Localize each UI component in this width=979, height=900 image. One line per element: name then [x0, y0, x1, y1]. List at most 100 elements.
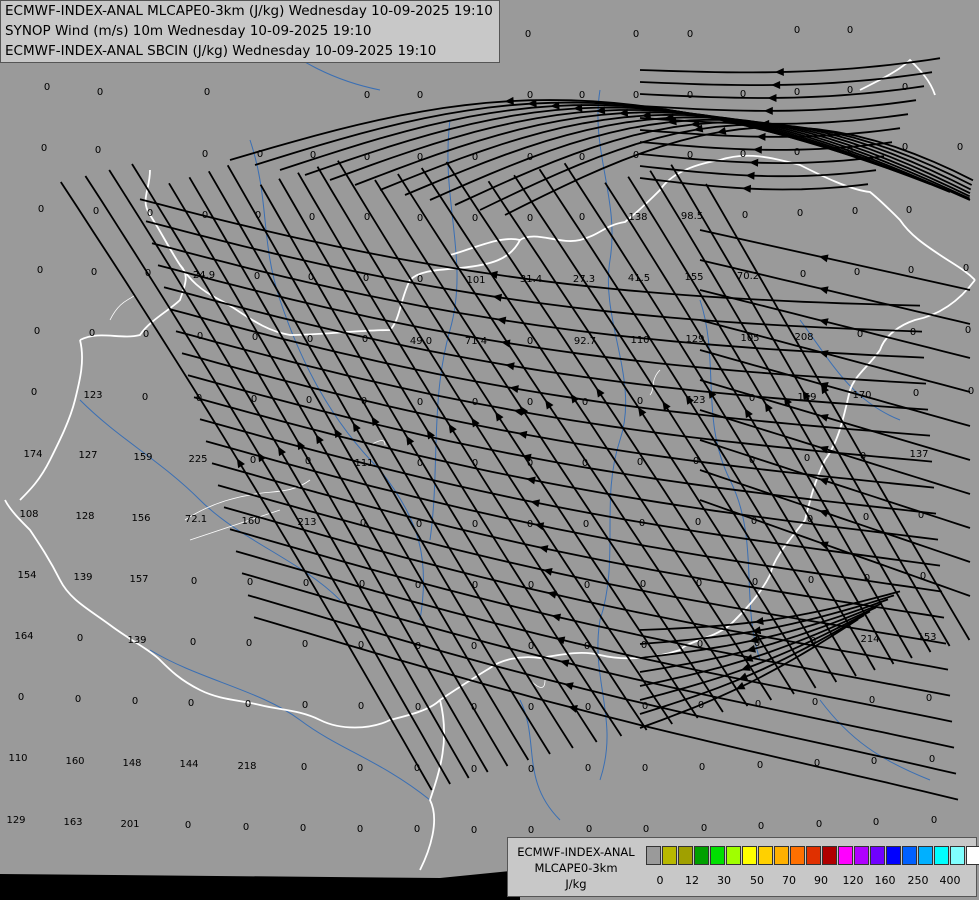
legend-swatch — [678, 846, 693, 865]
legend-swatch — [646, 846, 661, 865]
cape-value-label: 137 — [909, 449, 928, 460]
legend-swatch — [950, 846, 965, 865]
cape-value-label: 0 — [527, 152, 533, 163]
cape-value-label: 0 — [579, 152, 585, 163]
color-legend: ECMWF-INDEX-ANAL MLCAPE0-3km J/kg 0 12 30 5… — [507, 837, 979, 897]
cape-value-label: 0 — [926, 693, 932, 704]
cape-value-label: 174 — [23, 449, 42, 460]
cape-value-label: 41.5 — [628, 273, 650, 284]
cape-value-label: 0 — [847, 145, 853, 156]
cape-value-label: 0 — [697, 639, 703, 650]
cape-value-label: 155 — [684, 272, 703, 283]
cape-value-label: 0 — [202, 210, 208, 221]
cape-value-label: 0 — [202, 149, 208, 160]
cape-value-label: 208 — [794, 332, 813, 343]
cape-value-label: 0 — [847, 25, 853, 36]
cape-value-label: 98.5 — [681, 211, 703, 222]
cape-value-label: 0 — [701, 823, 707, 834]
title-mlcape: ECMWF-INDEX-ANAL MLCAPE0-3km (J/kg) Wedn… — [5, 3, 493, 19]
title-sbcin: ECMWF-INDEX-ANAL SBCIN (J/kg) Wednesday … — [5, 43, 437, 59]
cape-value-label: 0 — [696, 578, 702, 589]
cape-value-label: 27.3 — [573, 274, 595, 285]
cape-value-label: 0 — [363, 273, 369, 284]
cape-value-label: 0 — [34, 326, 40, 337]
cape-value-label: 0 — [77, 633, 83, 644]
cape-value-label: 0 — [358, 701, 364, 712]
cape-value-label: 71.4 — [465, 336, 487, 347]
cape-value-label: 0 — [582, 397, 588, 408]
cape-value-label: 0 — [643, 824, 649, 835]
cape-value-label: 0 — [527, 397, 533, 408]
legend-swatch — [918, 846, 933, 865]
cape-value-label: 0 — [185, 820, 191, 831]
cape-value-label: 0 — [583, 519, 589, 530]
cape-value-label: 213 — [297, 517, 316, 528]
cape-value-label: 0 — [360, 518, 366, 529]
cape-value-label: 0 — [812, 697, 818, 708]
cape-value-label: 0 — [758, 821, 764, 832]
cape-value-label: 0 — [804, 453, 810, 464]
cape-value-label: 0 — [641, 640, 647, 651]
cape-value-label: 0 — [528, 825, 534, 836]
cape-value-label: 0 — [957, 142, 963, 153]
cape-value-label: 0 — [132, 696, 138, 707]
cape-value-label: 0 — [358, 640, 364, 651]
cape-value-label: 0 — [860, 451, 866, 462]
cape-value-label: 156 — [131, 513, 150, 524]
cape-value-label: 0 — [91, 267, 97, 278]
cape-value-label: 0 — [527, 519, 533, 530]
cape-value-label: 0 — [31, 387, 37, 398]
cape-value-label: 0 — [633, 150, 639, 161]
cape-value-label: 110 — [630, 335, 649, 346]
cape-value-label: 225 — [188, 454, 207, 465]
cape-value-label: 0 — [755, 699, 761, 710]
cape-value-label: 0 — [637, 396, 643, 407]
cape-value-label: 0 — [749, 455, 755, 466]
cape-value-label: 0 — [147, 208, 153, 219]
cape-value-label: 0 — [145, 268, 151, 279]
cape-value-label: 0 — [931, 815, 937, 826]
cape-value-label: 0 — [527, 213, 533, 224]
cape-value-label: 0 — [472, 152, 478, 163]
cape-value-label: 31.4 — [520, 274, 542, 285]
cape-value-label: 123 — [83, 390, 102, 401]
cape-value-label: 0 — [527, 336, 533, 347]
cape-value-label: 0 — [642, 701, 648, 712]
cape-value-label: 0 — [527, 458, 533, 469]
cape-value-label: 0 — [873, 817, 879, 828]
legend-swatch — [934, 846, 949, 865]
legend-tick-label: 90 — [814, 874, 828, 887]
cape-value-label: 0 — [528, 764, 534, 775]
cape-value-label: 0 — [579, 90, 585, 101]
legend-swatch — [806, 846, 821, 865]
cape-value-label: 0 — [585, 763, 591, 774]
cape-value-label: 0 — [250, 455, 256, 466]
cape-value-label: 0 — [18, 692, 24, 703]
cape-value-label: 0 — [794, 25, 800, 36]
legend-swatch — [774, 846, 789, 865]
cape-value-label: 160 — [241, 516, 260, 527]
cape-value-label: 101 — [466, 275, 485, 286]
legend-swatch — [822, 846, 837, 865]
cape-value-label: 129 — [685, 334, 704, 345]
legend-swatch — [758, 846, 773, 865]
cape-value-label: 0 — [963, 263, 969, 274]
cape-value-label: 0 — [852, 206, 858, 217]
legend-swatch — [838, 846, 853, 865]
cape-value-label: 0 — [740, 149, 746, 160]
cape-value-label: 105 — [740, 333, 759, 344]
cape-value-label: 0 — [579, 212, 585, 223]
cape-value-label: 0 — [471, 641, 477, 652]
cape-value-label: 0 — [417, 90, 423, 101]
cape-value-label: 0 — [197, 331, 203, 342]
cape-value-label: 0 — [472, 580, 478, 591]
cape-value-label: 0 — [908, 265, 914, 276]
cape-value-label: 0 — [639, 518, 645, 529]
cape-value-label: 0 — [810, 636, 816, 647]
cape-value-label: 0 — [417, 152, 423, 163]
cape-value-label: 0 — [757, 760, 763, 771]
cape-value-label: 0 — [740, 89, 746, 100]
cape-value-label: 0 — [301, 762, 307, 773]
legend-source: ECMWF-INDEX-ANAL — [517, 845, 635, 859]
cape-value-label: 0 — [302, 700, 308, 711]
